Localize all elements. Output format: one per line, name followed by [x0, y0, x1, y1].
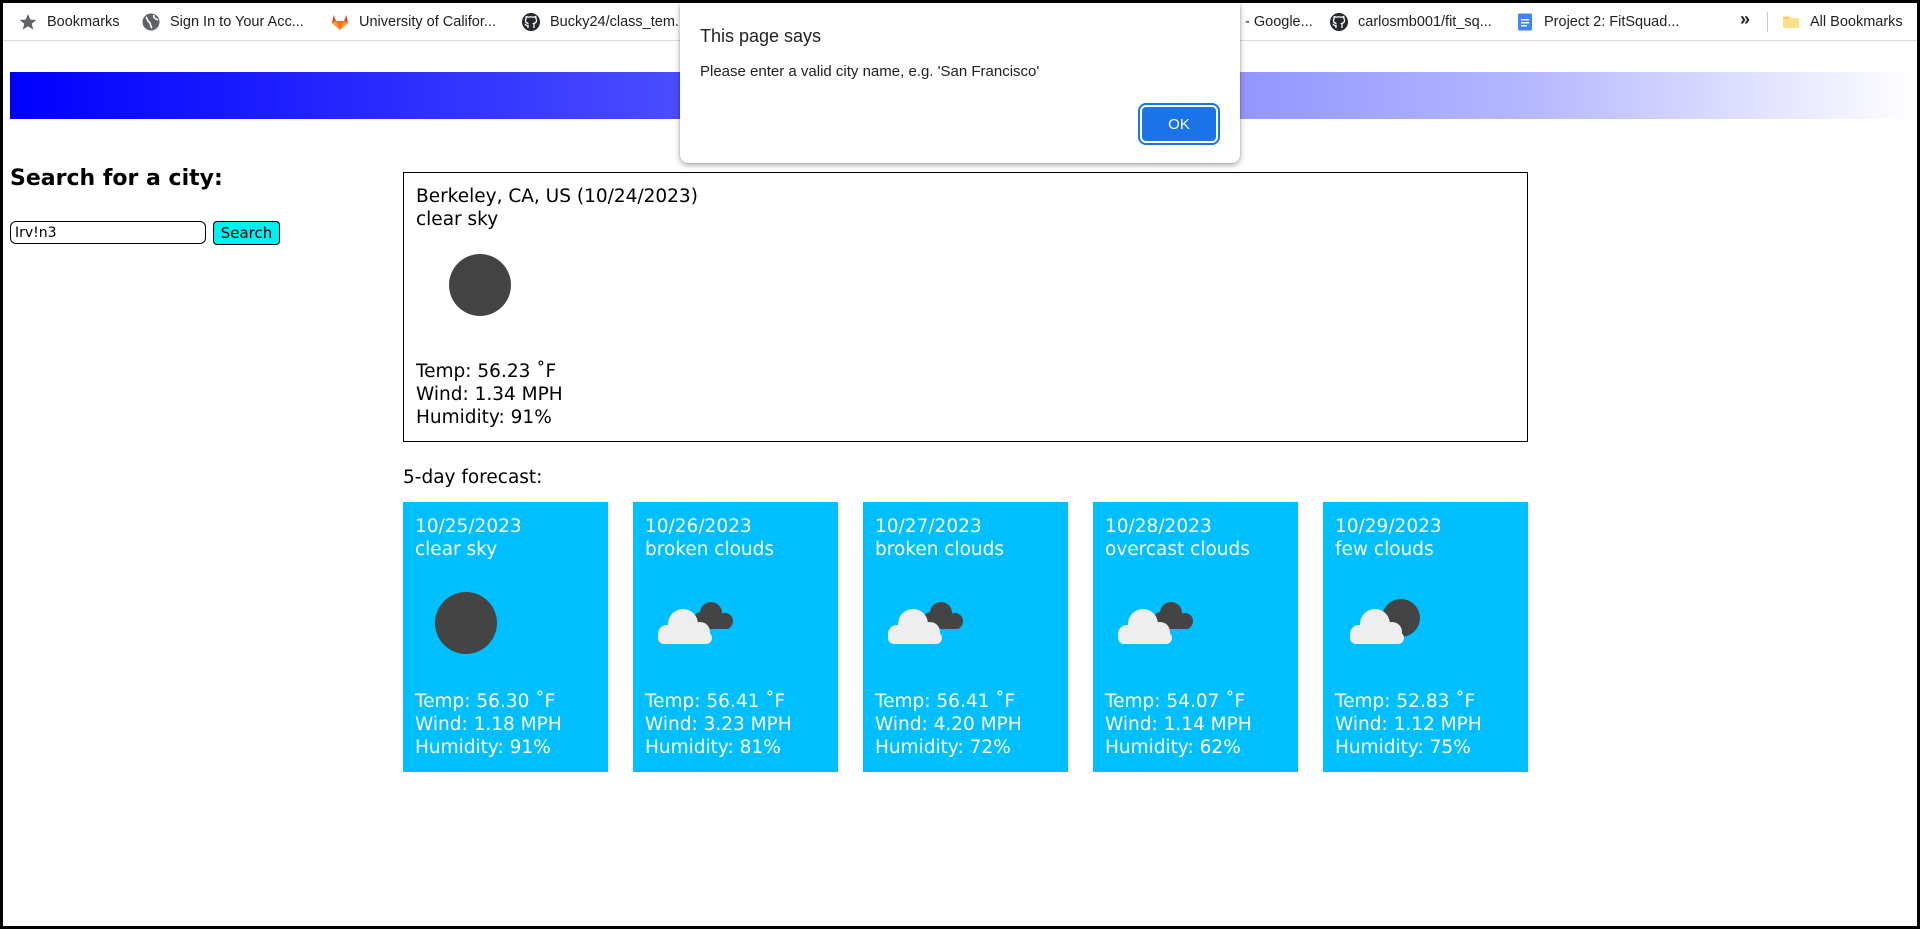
forecast-stats: Temp: 56.30 ˚F Wind: 1.18 MPH Humidity: …: [415, 690, 562, 759]
forecast-wind: Wind: 1.14 MPH: [1105, 714, 1252, 735]
docs-icon: [1518, 13, 1532, 30]
bookmark-sign-in[interactable]: Sign In to Your Acc...: [141, 3, 304, 40]
gitlab-icon: [332, 14, 348, 30]
current-weather-card: Berkeley, CA, US (10/24/2023) clear sky …: [403, 172, 1528, 442]
bookmark-label: carlosmb001/fit_sq...: [1358, 13, 1492, 30]
forecast-description: overcast clouds: [1105, 539, 1250, 560]
forecast-temp: Temp: 56.41 ˚F: [875, 691, 1016, 712]
city-search-input[interactable]: [10, 221, 206, 244]
forecast-description: broken clouds: [875, 539, 1005, 560]
forecast-wind: Wind: 1.12 MPH: [1335, 714, 1482, 735]
forecast-date: 10/29/2023: [1335, 516, 1442, 537]
forecast-card: 10/29/2023 few clouds Temp: 52.83 ˚F Win…: [1323, 502, 1528, 772]
forecast-temp: Temp: 52.83 ˚F: [1335, 691, 1476, 712]
forecast-humidity: Humidity: 62%: [1105, 737, 1241, 758]
forecast-wind: Wind: 1.18 MPH: [415, 714, 562, 735]
sun-icon: [449, 254, 511, 316]
folder-icon: [1783, 16, 1799, 28]
sun-icon: [435, 592, 497, 654]
forecast-date: 10/25/2023: [415, 516, 522, 537]
forecast-card: 10/26/2023 broken clouds Temp: 56.41 ˚F …: [633, 502, 838, 772]
bookmark-bookmarks[interactable]: Bookmarks: [18, 3, 120, 40]
forecast-description: broken clouds: [645, 539, 775, 560]
overcast-clouds-icon: [1118, 602, 1193, 644]
forecast-humidity: Humidity: 75%: [1335, 737, 1471, 758]
forecast-stats: Temp: 54.07 ˚F Wind: 1.14 MPH Humidity: …: [1105, 690, 1252, 759]
bookmark-project-2[interactable]: Project 2: FitSquad...: [1515, 3, 1679, 40]
search-heading: Search for a city:: [10, 166, 223, 191]
forecast-humidity: Humidity: 91%: [415, 737, 551, 758]
bookmark-label: Bookmarks: [47, 13, 120, 30]
current-temp: Temp: 56.23 ˚F: [416, 361, 557, 382]
bookmark-label: Sign In to Your Acc...: [170, 13, 304, 30]
chevron-double-right-icon[interactable]: »: [1740, 9, 1750, 30]
forecast-date: 10/28/2023: [1105, 516, 1212, 537]
dialog-title: This page says: [700, 26, 822, 46]
bookmark-all-bookmarks[interactable]: All Bookmarks: [1781, 3, 1903, 40]
current-wind: Wind: 1.34 MPH: [416, 384, 563, 405]
few-clouds-icon: [1350, 599, 1420, 644]
alert-dialog: This page says Please enter a valid city…: [680, 3, 1240, 163]
globe-icon: [142, 13, 160, 30]
bookmark-google[interactable]: - Google...: [1245, 3, 1313, 40]
forecast-heading: 5-day forecast:: [403, 467, 543, 488]
forecast-card: 10/28/2023 overcast clouds Temp: 54.07 ˚…: [1093, 502, 1298, 772]
forecast-humidity: Humidity: 72%: [875, 737, 1011, 758]
forecast-wind: Wind: 3.23 MPH: [645, 714, 792, 735]
forecast-description: clear sky: [415, 539, 498, 560]
forecast-humidity: Humidity: 81%: [645, 737, 781, 758]
bookmark-university[interactable]: University of Califor...: [330, 3, 496, 40]
current-title: Berkeley, CA, US (10/24/2023): [416, 186, 698, 207]
forecast-temp: Temp: 54.07 ˚F: [1105, 691, 1246, 712]
github-icon: [522, 12, 540, 31]
dialog-message: Please enter a valid city name, e.g. 'Sa…: [700, 63, 1040, 80]
forecast-wind: Wind: 4.20 MPH: [875, 714, 1022, 735]
bookmark-carlosmb001[interactable]: carlosmb001/fit_sq...: [1329, 3, 1492, 40]
github-icon: [1330, 12, 1348, 31]
current-description: clear sky: [416, 209, 499, 230]
forecast-temp: Temp: 56.41 ˚F: [645, 691, 786, 712]
forecast-card: 10/27/2023 broken clouds Temp: 56.41 ˚F …: [863, 502, 1068, 772]
bookmark-bucky24[interactable]: Bucky24/class_tem...: [521, 3, 687, 40]
search-button[interactable]: Search: [213, 221, 280, 245]
forecast-description: few clouds: [1335, 539, 1434, 560]
ok-button[interactable]: OK: [1138, 103, 1220, 145]
current-stats: Temp: 56.23 ˚F Wind: 1.34 MPH Humidity: …: [416, 360, 563, 429]
forecast-temp: Temp: 56.30 ˚F: [415, 691, 556, 712]
broken-clouds-icon: [888, 602, 963, 644]
bookmark-label: - Google...: [1245, 13, 1313, 30]
bookmarks-divider: [1767, 12, 1768, 32]
forecast-stats: Temp: 56.41 ˚F Wind: 3.23 MPH Humidity: …: [645, 690, 792, 759]
bookmark-label: Bucky24/class_tem...: [550, 13, 687, 30]
forecast-date: 10/26/2023: [645, 516, 752, 537]
forecast-date: 10/27/2023: [875, 516, 982, 537]
forecast-stats: Temp: 52.83 ˚F Wind: 1.12 MPH Humidity: …: [1335, 690, 1482, 759]
forecast-card: 10/25/2023 clear sky Temp: 56.30 ˚F Wind…: [403, 502, 608, 772]
bookmark-label: University of Califor...: [359, 13, 496, 30]
bookmark-label: Project 2: FitSquad...: [1544, 13, 1680, 30]
broken-clouds-icon: [658, 602, 733, 644]
current-humidity: Humidity: 91%: [416, 407, 552, 428]
bookmark-label: All Bookmarks: [1810, 13, 1903, 30]
forecast-stats: Temp: 56.41 ˚F Wind: 4.20 MPH Humidity: …: [875, 690, 1022, 759]
star-icon: [19, 13, 37, 30]
forecast-row: 10/25/2023 clear sky Temp: 56.30 ˚F Wind…: [403, 502, 1528, 772]
